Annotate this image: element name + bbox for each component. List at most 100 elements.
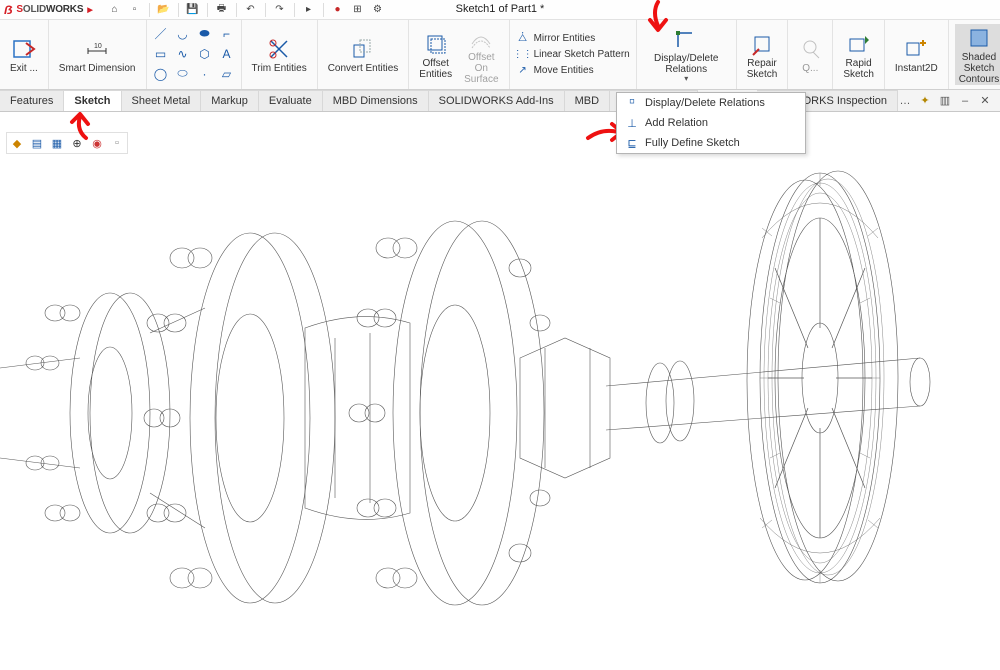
exit-sketch-button[interactable]: Exit ... [6,35,42,74]
point-tool-icon[interactable]: · [197,66,213,82]
quick-access-toolbar: ⌂ ▫ 📂 💾 🖶 ↶ ↷ ▸ ● ⊞ ⚙ [107,2,386,18]
group-dimension: 10 Smart Dimension [49,20,147,89]
tab-features[interactable]: Features [0,90,64,111]
options-icon[interactable]: ⊞ [350,2,366,18]
exit-sketch-label: Exit ... [10,63,38,74]
undo-icon[interactable]: ↶ [243,2,259,18]
repair-sketch-button[interactable]: Repair Sketch [743,30,782,80]
group-offset: Offset Entities Offset On Surface [409,20,509,89]
tab-mbd[interactable]: MBD [565,90,610,111]
offset-surface-label: Offset On Surface [464,52,498,85]
trim-label: Trim Entities [252,63,307,74]
dropdown-chevron-icon: ▾ [684,75,688,84]
select-icon[interactable]: ▸ [301,2,317,18]
dropdown-display-delete[interactable]: ⸋ Display/Delete Relations [617,93,805,113]
dropdown-fully-define[interactable]: ⊑ Fully Define Sketch [617,133,805,153]
rapid-sketch-button[interactable]: Rapid Sketch [839,30,878,80]
tab-sheet-metal[interactable]: Sheet Metal [122,90,202,111]
fm-config-icon[interactable]: ⊕ [68,134,86,152]
tab-features-label: Features [10,95,53,107]
plane-tool-icon[interactable]: ▱ [219,66,235,82]
dropdown-add-relation-label: Add Relation [645,117,708,129]
rapid-icon [847,32,871,56]
tab-close-icon[interactable]: ✕ [978,94,992,108]
text-tool-icon[interactable]: A [219,46,235,62]
group-rapid: Rapid Sketch [833,20,885,89]
open-icon[interactable]: 📂 [156,2,172,18]
shaded-sketch-contours-button[interactable]: Shaded Sketch Contours [955,24,1000,85]
ellipse-tool-icon[interactable]: ⬭ [175,66,191,82]
offset-entities-button[interactable]: Offset Entities [415,30,456,80]
line-tool-icon[interactable]: ／ [153,26,169,42]
move-label: Move Entities [534,65,594,76]
offset-surface-icon [469,26,493,50]
new-doc-icon[interactable]: ▫ [127,2,143,18]
rectangle-tool-icon[interactable]: ▭ [153,46,169,62]
slot-tool-icon[interactable]: ⬬ [197,26,213,42]
ds-logo-icon: ẞ [4,3,12,17]
tab-mbd-dimensions[interactable]: MBD Dimensions [323,90,429,111]
smart-dimension-button[interactable]: 10 Smart Dimension [55,35,140,74]
linear-pattern-button[interactable]: ⋮⋮Linear Sketch Pattern [516,48,630,62]
tab-markup[interactable]: Markup [201,90,259,111]
fillet-tool-icon[interactable]: ⌐ [219,26,235,42]
quick-snaps-button[interactable]: Q... [794,35,826,74]
instant2d-button[interactable]: Instant2D [891,35,942,74]
tab-options-icon[interactable]: ▥ [938,94,952,108]
move-entities-button[interactable]: ↗Move Entities [516,64,630,78]
app-logo: ẞ SOLIDWORKS ▶ [4,3,93,17]
fm-tree-icon[interactable]: ▤ [28,134,46,152]
document-title: Sketch1 of Part1 * [456,3,545,15]
convert-label: Convert Entities [328,63,399,74]
tab-sheet-metal-label: Sheet Metal [132,95,191,107]
convert-entities-button[interactable]: Convert Entities [324,35,403,74]
redo-icon[interactable]: ↷ [272,2,288,18]
settings-icon[interactable]: ⚙ [370,2,386,18]
tab-sketch[interactable]: Sketch [64,90,121,111]
display-delete-icon: ⸋ [625,96,639,110]
smart-dimension-icon: 10 [85,37,109,61]
tab-addins[interactable]: SOLIDWORKS Add-Ins [429,90,565,111]
convert-icon [351,37,375,61]
dropdown-fully-define-label: Fully Define Sketch [645,137,740,149]
polygon-tool-icon[interactable]: ⬡ [197,46,213,62]
offset-on-surface-button[interactable]: Offset On Surface [460,24,502,85]
ribbon: Exit ... 10 Smart Dimension ／ ▭ ◯ ◡ ∿ ⬭ … [0,20,1000,90]
tab-minus-icon[interactable]: – [958,94,972,108]
shaded-label: Shaded Sketch Contours [959,52,1000,85]
instant2d-label: Instant2D [895,63,938,74]
save-icon[interactable]: 💾 [185,2,201,18]
tab-addins-label: SOLIDWORKS Add-Ins [439,95,554,107]
graphics-viewport[interactable] [0,158,1000,667]
offset-icon [424,32,448,56]
group-quick: Q... [788,20,833,89]
fm-extra-icon[interactable]: ▫ [108,134,126,152]
mirror-entities-button[interactable]: ⧊Mirror Entities [516,32,630,46]
trim-entities-button[interactable]: Trim Entities [248,35,311,74]
fm-history-icon[interactable]: ◆ [8,134,26,152]
arc-tool-icon[interactable]: ◡ [175,26,191,42]
tab-mbd-label: MBD [575,95,599,107]
group-convert: Convert Entities [318,20,410,89]
shaded-icon [967,26,991,50]
print-icon[interactable]: 🖶 [214,2,230,18]
tab-markup-label: Markup [211,95,248,107]
rebuild-icon[interactable]: ● [330,2,346,18]
exit-sketch-icon [12,37,36,61]
tab-search-icon[interactable]: ✦ [918,94,932,108]
tab-evaluate-label: Evaluate [269,95,312,107]
circle-tool-icon[interactable]: ◯ [153,66,169,82]
tabstrip-tail-icons: … ✦ ▥ – ✕ [898,90,1000,111]
spline-tool-icon[interactable]: ∿ [175,46,191,62]
tab-evaluate[interactable]: Evaluate [259,90,323,111]
fm-display-icon[interactable]: ◉ [88,134,106,152]
app-name-rest: WORKS [46,4,83,15]
tab-mbd-dimensions-label: MBD Dimensions [333,95,418,107]
dropdown-add-relation[interactable]: ⊥ Add Relation [617,113,805,133]
dropdown-icon[interactable]: ▶ [87,6,92,14]
home-icon[interactable]: ⌂ [107,2,123,18]
display-delete-relations-button[interactable]: Display/Delete Relations ▾ [650,25,722,84]
quick-icon [798,37,822,61]
tab-overflow-icon[interactable]: … [898,94,912,108]
fm-property-icon[interactable]: ▦ [48,134,66,152]
